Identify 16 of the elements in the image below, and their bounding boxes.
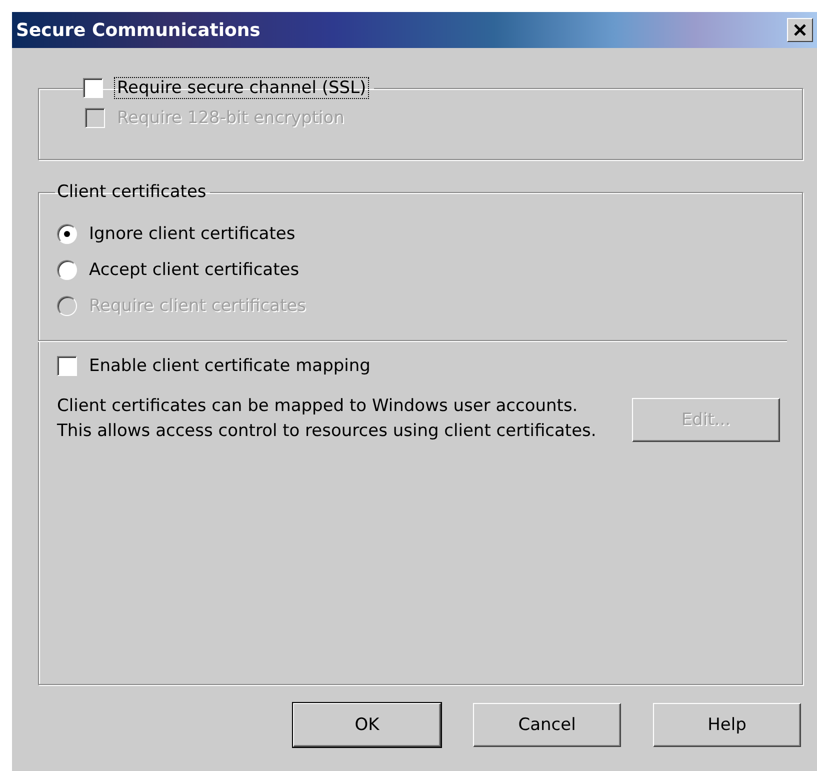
close-icon [793,23,807,37]
checkbox[interactable] [83,78,103,98]
dialog-button[interactable]: Cancel [473,703,621,747]
dialog-button[interactable]: Help [653,703,801,747]
description-text: Client certificates can be mapped to Windows user accounts. This allows access control to resources using client certificates. [57,395,598,443]
radio-button[interactable] [57,224,77,244]
radio-button[interactable] [57,260,77,280]
group-title: Client certificates [56,182,208,202]
close-button[interactable] [787,18,813,42]
checkbox-label[interactable]: Enable client certificate mapping [89,356,370,376]
window-title: Secure Communications [16,20,260,40]
radio-label[interactable]: Ignore client certificates [89,224,296,244]
radio-label[interactable]: Accept client certificates [89,260,300,280]
checkbox[interactable] [57,356,77,376]
dialog-button[interactable]: OK [293,703,441,747]
checkbox-label[interactable]: Require secure channel (SSL) [115,78,368,98]
